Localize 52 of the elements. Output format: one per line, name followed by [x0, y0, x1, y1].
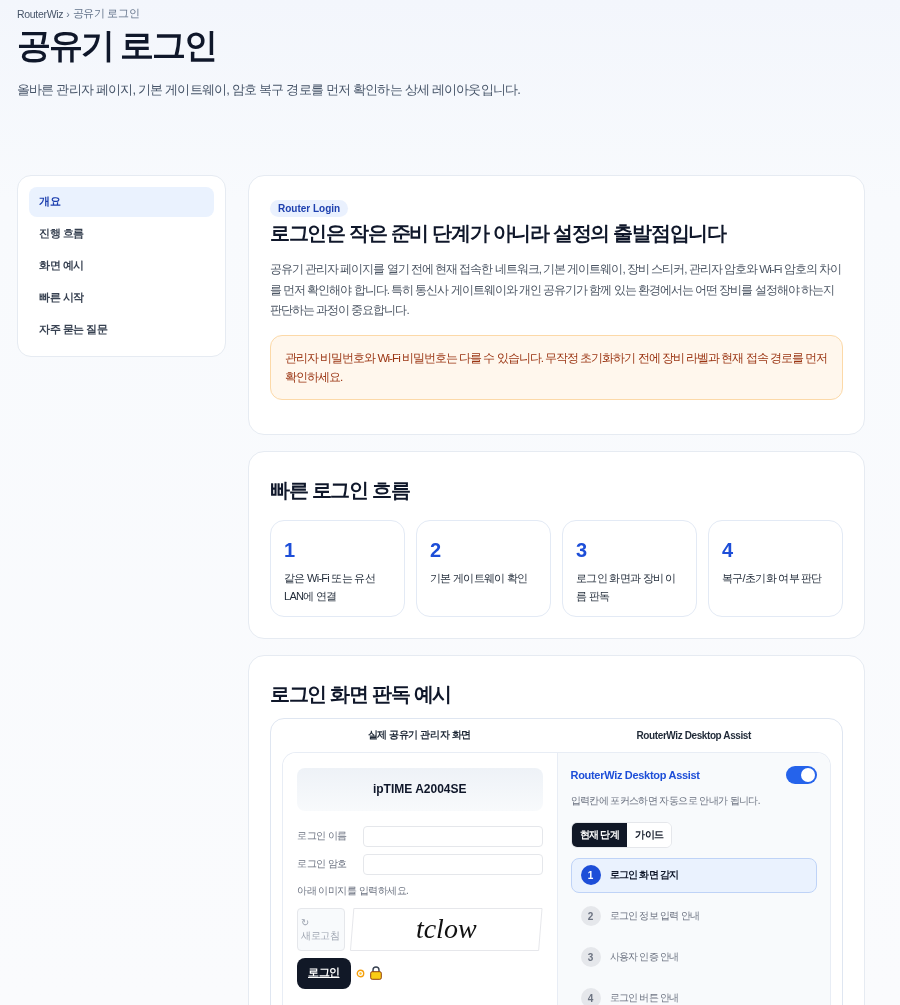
- step-item[interactable]: 1 로그인 화면 감지: [570, 857, 817, 893]
- breadcrumb-link[interactable]: RouterWiz: [17, 8, 64, 20]
- assist-title: RouterWiz Desktop Assist: [570, 768, 700, 781]
- tab[interactable]: 현재 단계: [571, 822, 628, 847]
- input-field[interactable]: [363, 853, 543, 875]
- login-button[interactable]: 로그인: [297, 957, 351, 989]
- step-text: 같은 Wi-Fi 또는 유선 LAN에 연결: [284, 570, 377, 604]
- model-banner: ipTIME A2004SE: [297, 767, 543, 811]
- sun-icon: [355, 968, 365, 978]
- section-heading: 로그인 화면 판독 예시: [270, 681, 453, 707]
- step-number: 1: [580, 865, 601, 885]
- step-number: 3: [576, 537, 589, 563]
- field-label: 로그인 이름: [297, 829, 348, 843]
- breadcrumb-current: 공유기 로그인: [72, 7, 140, 21]
- lock-icon: [369, 966, 382, 980]
- step-text: 복구/초기화 여부 판단: [722, 570, 823, 586]
- step-label: 로그인 화면 감지: [609, 869, 679, 881]
- assist-hint: 입력칸에 포커스하면 자동으로 안내가 됩니다.: [570, 793, 761, 808]
- captcha-prompt: 아래 이미지를 입력하세요.: [297, 883, 410, 898]
- overview-paragraph: 공유기 관리자 페이지를 열기 전에 현재 접속한 네트워크, 기본 게이트웨이, 장비 스티커, 관리자 암호와 Wi-Fi 암호의 차이를 먼저 확인해야 합니다. 특히 통신사 게이트웨이와 개인 공유기가 함께 있는 환경에서는 어떤 장비를 설정해야 하는지 판단하는 과정이 중요합니다.: [270, 261, 842, 318]
- step-text: 기본 게이트웨이 확인: [430, 570, 529, 586]
- section-heading: 빠른 로그인 흐름: [270, 477, 411, 503]
- field-label: 로그인 암호: [297, 857, 348, 871]
- step-label: 로그인 버튼 안내: [609, 992, 679, 1004]
- input-field[interactable]: [363, 825, 543, 847]
- column-heading: 실제 공유기 관리자 화면: [367, 728, 471, 742]
- captcha-image: tclow: [350, 907, 543, 951]
- step-number: 4: [722, 537, 735, 563]
- step-text: 로그인 화면과 장비 이름 판독: [576, 570, 677, 604]
- step-number: 2: [430, 537, 443, 563]
- step-number: 1: [284, 537, 297, 563]
- step-number: 2: [580, 906, 601, 926]
- sidebar-item[interactable]: 빠른 시작: [29, 283, 214, 313]
- warning-callout: 관리자 비밀번호와 Wi-Fi 비밀번호는 다를 수 있습니다. 무작정 초기화하기 전에 장비 라벨과 현재 접속 경로를 먼저 확인하세요.: [270, 334, 843, 400]
- step-label: 로그인 정보 입력 안내: [609, 910, 700, 922]
- section-heading: 로그인은 작은 준비 단계가 아니라 설정의 출발점입니다: [270, 221, 728, 246]
- sidebar-item[interactable]: 화면 예시: [29, 251, 214, 281]
- column-heading: RouterWiz Desktop Assist: [636, 729, 751, 741]
- page-title: 공유기 로그인: [17, 25, 218, 66]
- sidebar-item[interactable]: 진행 흐름: [29, 219, 214, 249]
- sidebar-item[interactable]: 자주 묻는 질문: [29, 315, 214, 345]
- step-label: 사용자 인증 안내: [609, 951, 679, 963]
- section-badge: Router Login: [270, 200, 349, 217]
- sidebar-item[interactable]: 개요: [29, 187, 214, 217]
- step-item[interactable]: 2 로그인 정보 입력 안내: [570, 898, 817, 934]
- step-item[interactable]: 4 로그인 버튼 안내: [570, 980, 817, 1005]
- step-number: 3: [580, 947, 601, 967]
- step-item[interactable]: 3 사용자 인증 안내: [570, 939, 817, 975]
- toggle-switch[interactable]: [786, 765, 817, 784]
- page-subtitle: 올바른 관리자 페이지, 기본 게이트웨이, 암호 복구 경로를 먼저 확인하는 상세 레이아웃입니다.: [17, 81, 521, 99]
- breadcrumb-separator: ›: [66, 8, 70, 20]
- step-number: 4: [580, 988, 601, 1005]
